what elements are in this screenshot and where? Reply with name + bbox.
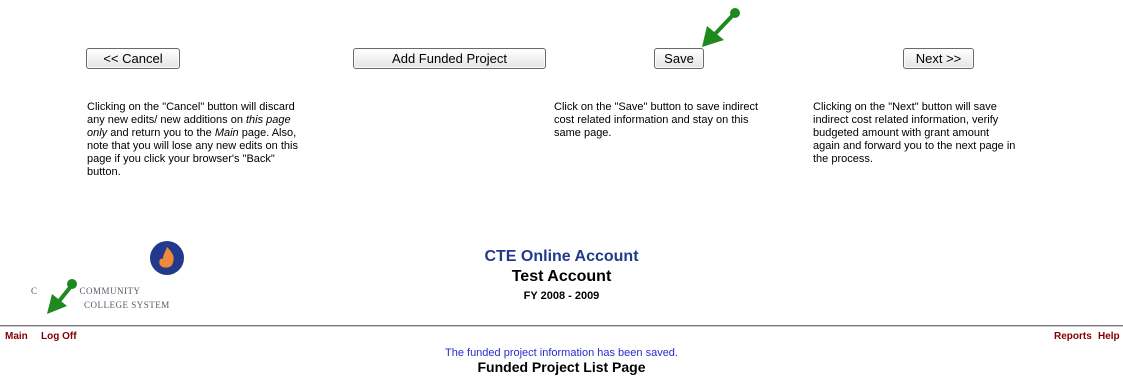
page-title: Funded Project List Page	[477, 359, 646, 375]
divider	[0, 325, 1123, 327]
save-button[interactable]: Save	[654, 48, 704, 69]
reports-link[interactable]: Reports	[1054, 331, 1092, 342]
account-title: CTE Online Account	[484, 248, 639, 265]
add-funded-project-button[interactable]: Add Funded Project	[353, 48, 546, 69]
help-link[interactable]: Help	[1098, 331, 1120, 342]
main-link[interactable]: Main	[5, 331, 28, 342]
save-description: Click on the "Save" button to save indir…	[554, 101, 759, 139]
annotation-arrow-icon	[702, 8, 740, 47]
next-description: Clicking on the "Next" button will save …	[813, 101, 1016, 165]
next-button[interactable]: Next >>	[903, 48, 974, 69]
cancel-description: Clicking on the "Cancel" button will dis…	[87, 101, 298, 178]
logoff-link[interactable]: Log Off	[41, 331, 77, 342]
status-message: The funded project information has been …	[445, 347, 678, 359]
cancel-button[interactable]: << Cancel	[86, 48, 180, 69]
account-subtitle: Test Account	[511, 268, 612, 285]
fiscal-year: FY 2008 - 2009	[523, 290, 600, 302]
